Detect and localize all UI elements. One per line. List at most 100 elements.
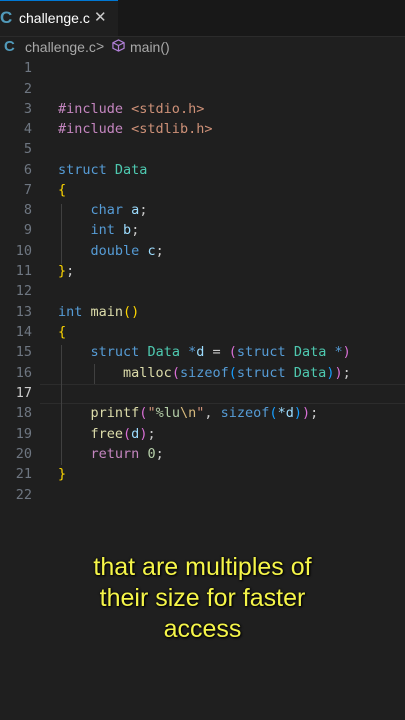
caption-line: that are multiples of	[93, 553, 312, 581]
function-name: main	[90, 304, 124, 320]
function-name: malloc	[123, 365, 172, 381]
tab-label: challenge.c	[19, 10, 90, 26]
line-number: 22	[15, 487, 32, 503]
paren: (	[123, 426, 132, 442]
code-line-18: printf("%lu\n", sizeof(*d));	[58, 405, 319, 421]
keyword: sizeof	[220, 405, 270, 421]
paren: )	[293, 405, 302, 421]
line-number-active: 17	[15, 385, 32, 401]
code-line-3: #include <stdio.h>	[58, 101, 204, 117]
line-number: 8	[23, 202, 32, 218]
paren: )	[301, 405, 311, 421]
keyword: struct	[90, 344, 140, 360]
variable: *d	[277, 405, 294, 421]
line-number: 13	[15, 304, 32, 320]
line-number: 4	[23, 121, 32, 137]
parens: ()	[123, 304, 140, 320]
type-name: Data	[147, 344, 180, 360]
breadcrumb-separator: >	[96, 38, 105, 54]
semicolon: ;	[66, 263, 75, 279]
keyword: int	[58, 304, 83, 320]
brace: }	[58, 263, 67, 279]
semicolon: ;	[342, 365, 351, 381]
keyword: double	[90, 243, 140, 259]
breadcrumb-file[interactable]: challenge.c	[25, 39, 96, 55]
line-number: 12	[15, 283, 32, 299]
paren: (	[228, 344, 237, 360]
escape-sequence: \n	[179, 405, 197, 421]
code-line-13: int main()	[58, 304, 139, 320]
keyword: int	[90, 222, 115, 238]
variable: c	[147, 243, 156, 259]
code-line-4: #include <stdlib.h>	[58, 121, 212, 137]
close-icon[interactable]: ✕	[94, 8, 107, 26]
type-name: Data	[293, 344, 327, 360]
assign-operator: =	[204, 344, 229, 360]
semicolon: ;	[310, 405, 319, 421]
keyword: char	[90, 202, 124, 218]
tab-challenge-c[interactable]: C challenge.c ✕	[0, 0, 118, 36]
line-number: 1	[23, 60, 32, 76]
line-number: 6	[23, 162, 32, 178]
semicolon: ;	[131, 222, 140, 238]
keyword: struct	[236, 365, 286, 381]
caption-line: access	[163, 615, 242, 643]
code-line-15: struct Data *d = (struct Data *)	[58, 344, 351, 360]
operator: *	[188, 344, 197, 360]
semicolon: ;	[155, 446, 164, 462]
paren: )	[342, 344, 351, 360]
preprocessor-directive: #include	[58, 101, 124, 117]
line-number: 15	[15, 344, 32, 360]
semicolon: ;	[155, 243, 164, 259]
code-line-10: double c;	[58, 243, 164, 259]
comma: ,	[204, 405, 221, 421]
type-name: Data	[293, 365, 327, 381]
include-header: <stdlib.h>	[131, 121, 213, 137]
line-number: 21	[15, 466, 32, 482]
keyword: struct	[236, 344, 286, 360]
semicolon: ;	[147, 426, 156, 442]
editor-tab-bar: C challenge.c ✕	[0, 0, 405, 37]
variable: b	[123, 222, 132, 238]
line-number: 5	[23, 141, 32, 157]
paren: (	[228, 365, 237, 381]
line-number: 16	[15, 365, 32, 381]
operator: *	[334, 344, 343, 360]
breadcrumb: C challenge.c > main()	[0, 36, 405, 58]
line-number: 14	[15, 324, 32, 340]
c-file-icon: C	[4, 38, 15, 55]
code-line-11: };	[58, 263, 74, 279]
function-name: printf	[90, 405, 140, 421]
code-line-14: {	[58, 324, 66, 340]
code-line-7: {	[58, 182, 66, 198]
code-line-9: int b;	[58, 222, 140, 238]
preprocessor-directive: #include	[58, 121, 124, 137]
cube-icon	[112, 39, 125, 52]
code-line-6: struct Data	[58, 162, 147, 178]
line-number: 3	[23, 101, 32, 117]
line-number: 2	[23, 81, 32, 97]
breadcrumb-function[interactable]: main()	[130, 39, 170, 55]
keyword: struct	[58, 162, 107, 178]
brace: {	[58, 324, 67, 340]
number-literal: 0	[147, 446, 156, 462]
keyword: return	[90, 446, 140, 462]
code-line-8: char a;	[58, 202, 148, 218]
paren: (	[171, 365, 180, 381]
paren: )	[334, 365, 343, 381]
code-line-19: free(d);	[58, 426, 156, 442]
type-name: Data	[114, 162, 148, 178]
function-name: free	[90, 426, 124, 442]
keyword: sizeof	[179, 365, 229, 381]
include-header: <stdio.h>	[131, 101, 205, 117]
format-specifier: %lu	[155, 405, 180, 421]
line-number: 9	[23, 222, 32, 238]
brace: {	[58, 182, 67, 198]
paren: (	[269, 405, 278, 421]
line-number: 20	[15, 446, 32, 462]
line-number: 7	[23, 182, 32, 198]
code-line-21: }	[58, 466, 66, 482]
line-number: 11	[15, 263, 32, 279]
code-line-16: malloc(sizeof(struct Data));	[58, 365, 351, 381]
line-number: 19	[15, 426, 32, 442]
